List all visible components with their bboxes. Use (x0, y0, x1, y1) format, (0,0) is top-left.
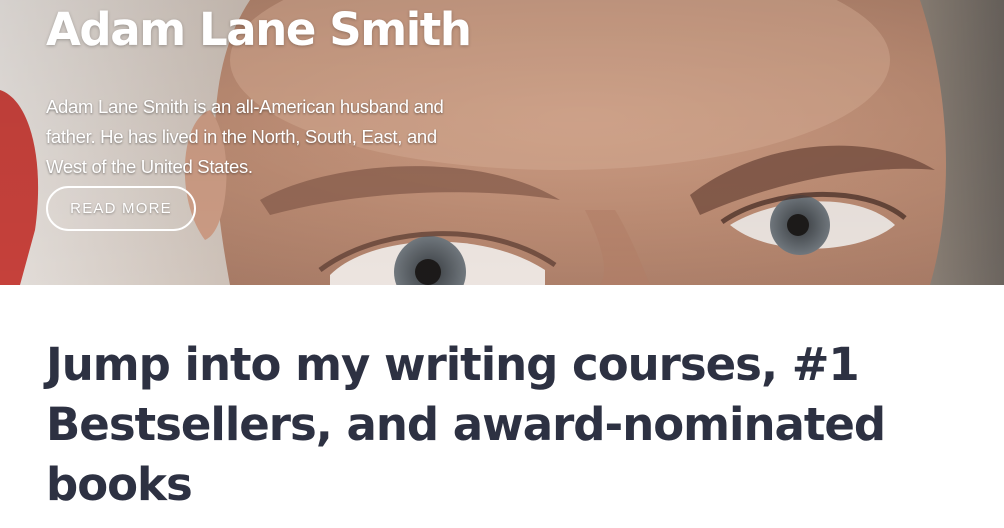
hero-content: Adam Lane Smith Adam Lane Smith is an al… (46, 0, 506, 231)
section-headline: Jump into my writing courses, #1 Bestsel… (46, 338, 886, 511)
author-bio: Adam Lane Smith is an all-American husba… (46, 96, 444, 177)
read-more-button[interactable]: READ MORE (46, 186, 196, 231)
hero-section: Adam Lane Smith Adam Lane Smith is an al… (0, 0, 1004, 285)
author-name-title: Adam Lane Smith (46, 3, 472, 56)
main-section: Jump into my writing courses, #1 Bestsel… (0, 285, 1004, 515)
